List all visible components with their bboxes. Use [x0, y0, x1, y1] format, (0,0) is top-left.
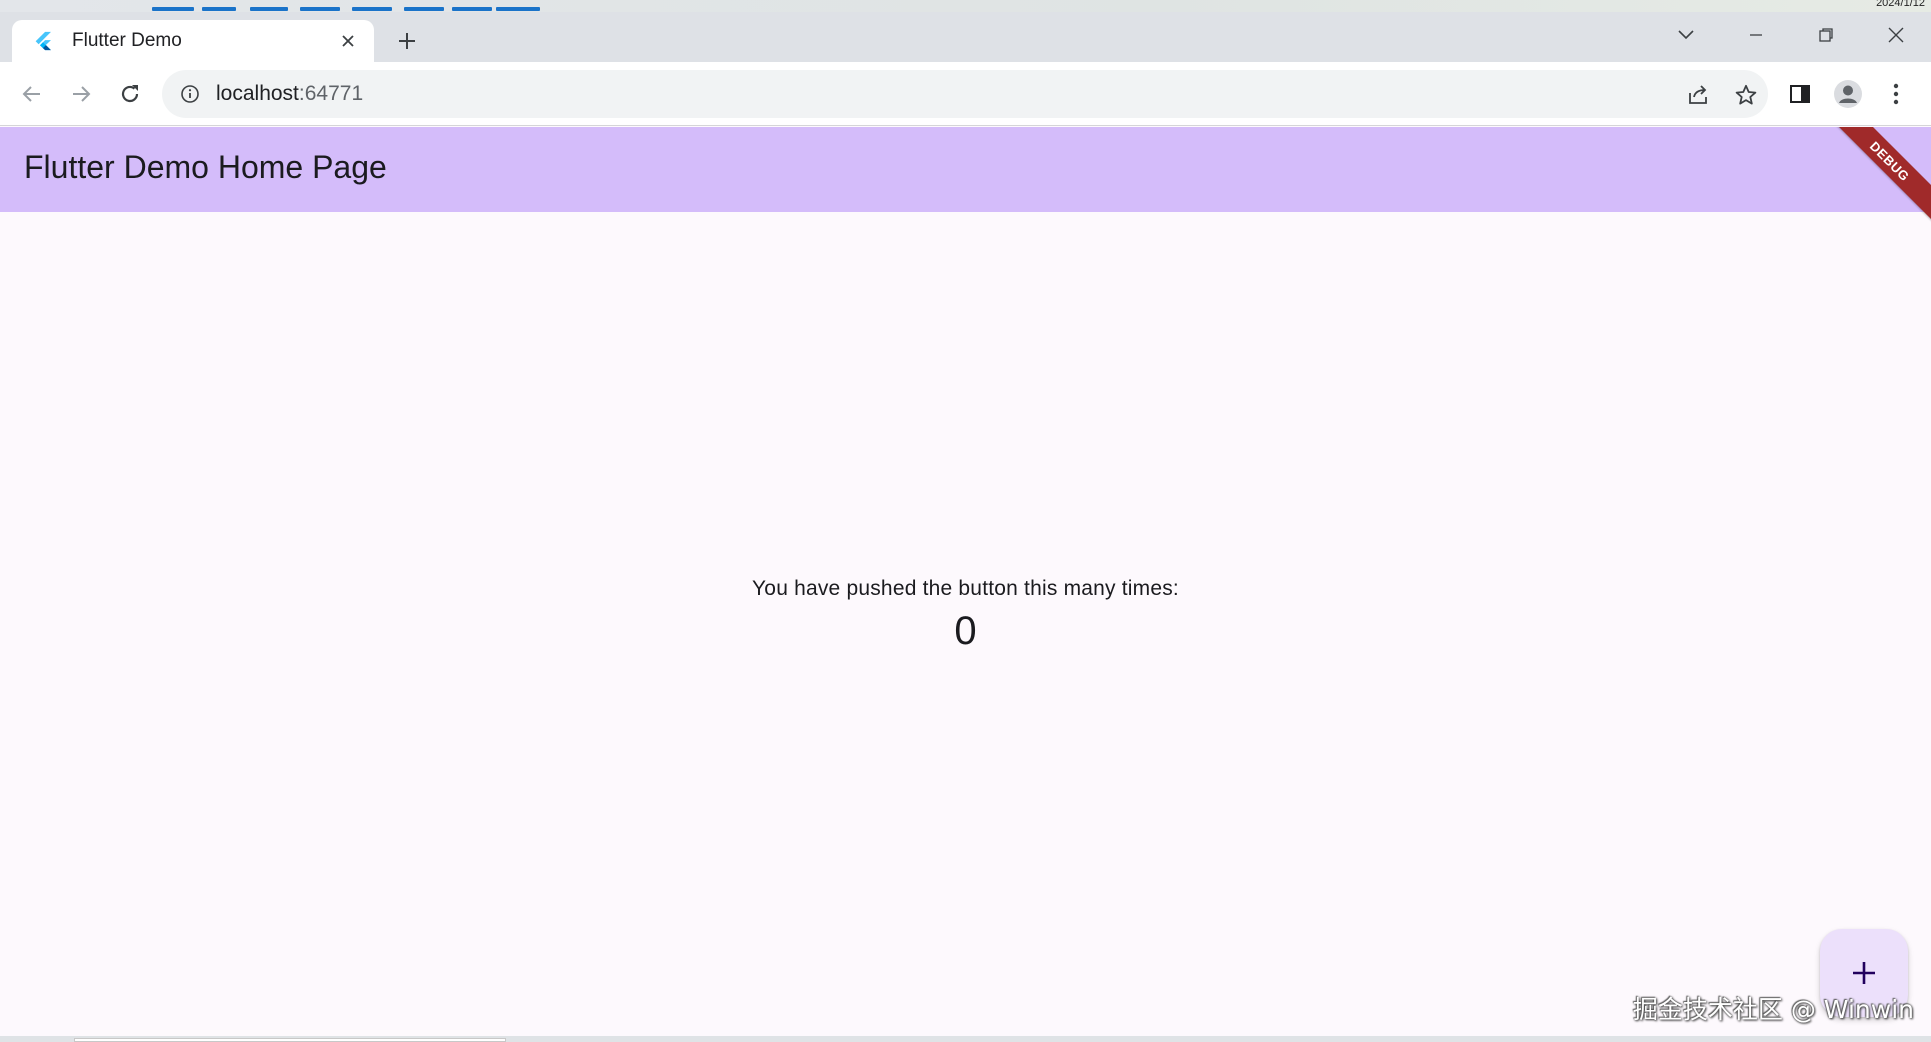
minimize-icon — [1750, 34, 1762, 36]
restore-icon — [1819, 28, 1833, 42]
address-text[interactable]: localhost:64771 — [216, 82, 363, 106]
flutter-logo-icon — [35, 31, 51, 51]
profile-button[interactable] — [1830, 76, 1866, 112]
minimize-button[interactable] — [1736, 20, 1776, 50]
tab-search-button[interactable] — [1666, 20, 1706, 50]
restore-button[interactable] — [1806, 20, 1846, 50]
taskbar-app-indicator[interactable] — [352, 7, 392, 11]
address-bar[interactable]: localhost:64771 — [162, 70, 1768, 118]
info-icon[interactable] — [178, 82, 202, 106]
chevron-down-icon — [1678, 30, 1694, 40]
taskbar-app-indicator[interactable] — [250, 7, 288, 11]
plus-icon — [1853, 962, 1875, 984]
share-icon[interactable] — [1685, 82, 1711, 108]
page-title: Flutter Demo Home Page — [24, 149, 387, 185]
flutter-app-viewport: Flutter Demo Home Page DEBUG You have pu… — [0, 127, 1931, 1036]
new-tab-button[interactable] — [392, 26, 422, 56]
taskbar-app-indicator[interactable] — [496, 7, 540, 11]
side-panel-icon — [1790, 85, 1810, 103]
browser-toolbar: localhost:64771 — [0, 62, 1931, 126]
taskbar-app-indicator[interactable] — [452, 7, 492, 11]
side-panel-button[interactable] — [1782, 76, 1818, 112]
plus-icon — [399, 33, 415, 49]
forward-button[interactable] — [63, 76, 99, 112]
back-arrow-icon — [22, 86, 40, 102]
browser-tab-strip: Flutter Demo — [0, 12, 1931, 62]
close-icon — [1888, 27, 1904, 43]
reload-button[interactable] — [112, 76, 148, 112]
os-clock-date: 2024/1/12 — [1876, 0, 1925, 9]
app-bar: Flutter Demo Home Page — [0, 127, 1931, 212]
address-host: localhost — [216, 82, 299, 105]
counter-message: You have pushed the button this many tim… — [752, 577, 1179, 600]
close-icon[interactable] — [336, 29, 360, 53]
tab-title: Flutter Demo — [72, 30, 182, 51]
profile-avatar-icon — [1834, 80, 1862, 108]
taskbar-app-indicator[interactable] — [202, 7, 236, 11]
watermark: 掘金技术社区 @ Winwin — [1632, 995, 1914, 1024]
taskbar-app-indicator[interactable] — [404, 7, 444, 11]
address-port: :64771 — [298, 82, 364, 105]
star-icon[interactable] — [1733, 82, 1759, 108]
counter-section: You have pushed the button this many tim… — [0, 577, 1931, 654]
counter-value: 0 — [954, 609, 977, 653]
menu-button[interactable] — [1878, 76, 1914, 112]
taskbar-app-indicator[interactable] — [300, 7, 340, 11]
taskbar-window-preview[interactable] — [74, 1038, 506, 1042]
os-taskbar-top: 2024/1/12 — [0, 0, 1931, 12]
window-close-button[interactable] — [1876, 20, 1916, 50]
tab-flutter-demo[interactable]: Flutter Demo — [12, 20, 374, 62]
forward-arrow-icon — [73, 86, 91, 102]
taskbar-app-indicator[interactable] — [152, 7, 194, 11]
reload-icon — [121, 85, 139, 103]
os-taskbar-bottom — [0, 1036, 1931, 1042]
back-button[interactable] — [14, 76, 50, 112]
kebab-menu-icon — [1893, 83, 1899, 105]
